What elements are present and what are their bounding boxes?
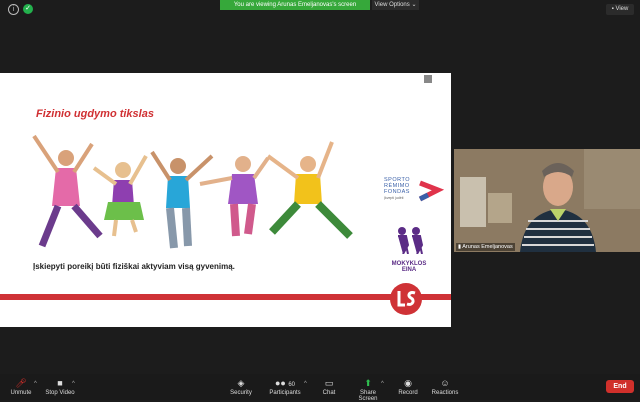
screen-share-banner: You are viewing Arunas Emeljanovas's scr… xyxy=(220,0,370,10)
end-meeting-button[interactable]: End xyxy=(606,380,634,393)
ls-circle-logo xyxy=(390,283,422,315)
shield-icon[interactable]: ✓ xyxy=(23,4,33,14)
chat-bubble-icon: ▭ xyxy=(324,378,334,388)
participants-label: Participants xyxy=(269,390,301,396)
participants-button[interactable]: ●● 60 Participants xyxy=(268,378,302,396)
record-label: Record xyxy=(398,390,418,396)
security-button[interactable]: ◈ Security xyxy=(228,378,254,396)
record-button[interactable]: ◉ Record xyxy=(397,378,419,396)
participant-video[interactable]: ▮ Arunas Emeljanovas xyxy=(454,149,640,252)
stop-video-label: Stop Video xyxy=(45,390,75,396)
school-logo-name: MOKYKLOS EINA xyxy=(391,261,427,273)
info-icon[interactable]: i xyxy=(8,4,19,15)
chat-button[interactable]: ▭ Chat xyxy=(320,378,338,396)
school-logo: MOKYKLOS EINA xyxy=(384,226,434,273)
sport-fund-mark xyxy=(418,180,444,202)
view-options-button[interactable]: View Options ⌄ xyxy=(372,0,419,10)
audio-options-chevron-icon[interactable]: ^ xyxy=(34,381,37,387)
participant-name-label: ▮ Arunas Emeljanovas xyxy=(456,243,515,251)
unmute-button[interactable]: 🎤︎ Unmute xyxy=(8,378,34,396)
share-options-chevron-icon[interactable]: ^ xyxy=(381,381,384,387)
sport-fund-logo: SPORTO RĖMIMO FONDAS Įkvepti judėti xyxy=(384,177,444,202)
participants-count: 60 xyxy=(288,382,296,388)
smiley-icon: ☺ xyxy=(440,378,450,388)
view-button[interactable]: ▪ View xyxy=(606,4,634,15)
video-options-chevron-icon[interactable]: ^ xyxy=(72,381,75,387)
slide-subtitle: Įskiepyti poreikį būti fiziškai aktyviam… xyxy=(33,262,235,271)
child-figure-1 xyxy=(32,134,103,248)
participants-chevron-icon[interactable]: ^ xyxy=(304,381,307,387)
slide-grid-icon xyxy=(424,75,432,83)
chat-label: Chat xyxy=(322,390,336,396)
unmute-label: Unmute xyxy=(10,390,32,396)
reactions-label: Reactions xyxy=(431,390,459,396)
child-figure-3 xyxy=(150,150,214,249)
reactions-button[interactable]: ☺ Reactions xyxy=(430,378,460,396)
child-figure-2 xyxy=(92,155,148,237)
participant-name: Arunas Emeljanovas xyxy=(462,244,513,250)
walking-kids-icon xyxy=(398,227,424,255)
participants-icon: ●● 60 xyxy=(274,378,296,388)
record-icon: ◉ xyxy=(404,378,412,388)
red-divider xyxy=(0,294,451,300)
shield-icon: ◈ xyxy=(237,378,245,388)
view-label: View xyxy=(615,6,629,12)
share-screen-label: Share Screen xyxy=(358,390,378,402)
child-figure-4 xyxy=(199,156,270,237)
child-figure-5 xyxy=(266,141,353,239)
slide-title: Fizinio ugdymo tikslas xyxy=(36,108,154,120)
security-label: Security xyxy=(230,390,252,396)
shared-slide: Fizinio ugdymo tikslas Įskiepyti poreikį… xyxy=(0,73,451,327)
meeting-toolbar: 🎤︎ Unmute ^ ■ Stop Video ^ ◈ Security ●●… xyxy=(0,374,640,402)
video-frame xyxy=(454,149,640,252)
top-bar: i ✓ You are viewing Arunas Emeljanovas's… xyxy=(0,0,640,18)
muted-microphone-icon: 🎤︎ xyxy=(15,378,27,388)
